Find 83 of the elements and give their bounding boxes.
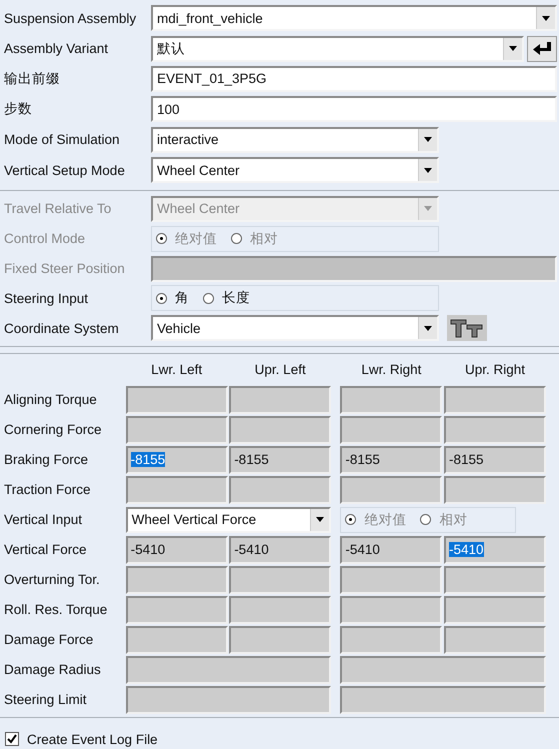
field-label: Suspension Assembly	[4, 10, 138, 26]
row-label: Damage Radius	[4, 662, 102, 678]
value-field[interactable]	[340, 686, 546, 714]
radio-label: 相对	[439, 510, 468, 529]
value-field[interactable]	[229, 476, 332, 504]
value-field[interactable]	[126, 386, 228, 414]
value-field[interactable]	[444, 476, 546, 504]
row-label: Overturning Tor.	[4, 572, 101, 588]
value-field[interactable]	[340, 416, 442, 444]
checkbox-label: Create Event Log File	[27, 732, 158, 747]
row-label: Steering Limit	[4, 692, 88, 708]
value-field[interactable]	[340, 626, 442, 654]
value-field[interactable]	[126, 686, 332, 714]
checkbox[interactable]	[5, 732, 19, 746]
value-field[interactable]	[340, 386, 442, 414]
input-field[interactable]	[151, 256, 557, 282]
radio-label: 长度	[222, 289, 250, 308]
dropdown[interactable]: Wheel Center	[151, 157, 439, 184]
value-field[interactable]	[126, 416, 228, 444]
row-label: Damage Force	[4, 632, 94, 648]
row-label: Braking Force	[4, 452, 90, 468]
value-field[interactable]	[126, 566, 228, 594]
field-label: Vertical Setup Mode	[4, 162, 126, 178]
value-field[interactable]	[229, 596, 332, 624]
value-field[interactable]	[229, 626, 332, 654]
value-field[interactable]	[229, 566, 332, 594]
value-field[interactable]	[340, 566, 442, 594]
value-field[interactable]	[126, 656, 332, 684]
value-field[interactable]	[340, 476, 442, 504]
field-label: Fixed Steer Position	[4, 261, 126, 276]
row-label: Vertical Force	[4, 542, 88, 558]
radio-label: 相对	[250, 230, 278, 248]
radio-button[interactable]	[156, 292, 167, 304]
value-field[interactable]	[126, 596, 228, 624]
column-header: Lwr. Left	[150, 362, 204, 378]
field-label: Travel Relative To	[4, 201, 112, 216]
input-field[interactable]: 100	[151, 96, 557, 122]
tee-icon[interactable]	[447, 315, 487, 342]
row-label: Roll. Res. Torque	[4, 602, 108, 618]
column-header: Upr. Right	[464, 362, 526, 378]
field-label: Coordinate System	[4, 320, 120, 336]
value-field[interactable]: -8155	[229, 446, 332, 474]
radio-label: 绝对值	[175, 230, 217, 248]
value-field[interactable]: -5410	[340, 536, 442, 564]
value-field[interactable]: -8155	[126, 446, 228, 474]
row-label: Vertical Input	[4, 512, 84, 528]
assembly-dropdown[interactable]: mdi_front_vehicle	[151, 5, 557, 32]
value-field[interactable]	[126, 626, 228, 654]
radio-label: 绝对值	[364, 510, 406, 529]
enter-button[interactable]	[527, 36, 557, 62]
value-field[interactable]	[126, 476, 228, 504]
value-field[interactable]	[229, 386, 332, 414]
value-field[interactable]: -8155	[340, 446, 442, 474]
value-field[interactable]	[444, 566, 546, 594]
value-field[interactable]	[444, 386, 546, 414]
value-field[interactable]	[340, 596, 442, 624]
return-arrow-icon	[532, 42, 552, 56]
field-label: Steering Input	[4, 290, 90, 306]
variant-dropdown[interactable]: 默认	[151, 36, 524, 62]
value-field[interactable]	[340, 656, 546, 684]
column-header: Lwr. Right	[360, 362, 422, 378]
value-field[interactable]: -5410	[444, 536, 546, 564]
value-field[interactable]: -8155	[444, 446, 546, 474]
field-label: 步数	[4, 100, 33, 118]
column-header: Upr. Left	[254, 362, 307, 378]
radio-button[interactable]	[203, 292, 214, 304]
value-field[interactable]: -5410	[126, 536, 228, 564]
field-label: Mode of Simulation	[4, 132, 121, 148]
value-field[interactable]	[444, 596, 546, 624]
dropdown[interactable]: Vehicle	[151, 315, 439, 342]
value-field[interactable]: -5410	[229, 536, 332, 564]
radio-label: 角	[175, 289, 189, 308]
row-label: Traction Force	[4, 482, 92, 498]
field-label: Assembly Variant	[4, 41, 110, 56]
dropdown[interactable]: interactive	[151, 126, 439, 153]
field-label: Control Mode	[4, 231, 86, 246]
row-label: Cornering Force	[4, 422, 103, 438]
row-label: Aligning Torque	[4, 392, 98, 408]
value-field[interactable]	[444, 416, 546, 444]
value-field[interactable]	[229, 416, 332, 444]
input-field[interactable]: EVENT_01_3P5G	[151, 66, 557, 92]
value-field[interactable]	[444, 626, 546, 654]
field-label: 输出前缀	[4, 70, 61, 88]
